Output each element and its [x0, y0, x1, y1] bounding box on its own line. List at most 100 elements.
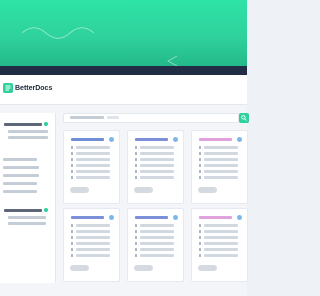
doc-bullet-icon — [135, 146, 137, 149]
doc-link[interactable] — [204, 170, 238, 173]
search-placeholder-secondary — [107, 116, 119, 119]
doc-link[interactable] — [140, 152, 174, 155]
category-title[interactable] — [199, 138, 232, 141]
doc-link[interactable] — [76, 248, 110, 251]
doc-link[interactable] — [140, 224, 174, 227]
doc-link[interactable] — [204, 236, 238, 239]
sidebar-item[interactable] — [3, 190, 37, 193]
wave-decoration — [21, 27, 178, 66]
doc-link[interactable] — [76, 176, 110, 179]
doc-link[interactable] — [76, 230, 110, 233]
doc-bullet-icon — [71, 164, 73, 167]
category-title[interactable] — [71, 138, 104, 141]
doc-bullet-icon — [199, 236, 201, 239]
search-button[interactable] — [239, 113, 249, 123]
doc-link[interactable] — [204, 152, 238, 155]
sidebar-item[interactable] — [3, 174, 39, 177]
doc-bullet-icon — [199, 230, 201, 233]
sidebar-heading[interactable] — [4, 123, 42, 126]
doc-bullet-icon — [135, 170, 137, 173]
explore-more-button[interactable] — [134, 187, 153, 193]
doc-link[interactable] — [76, 236, 110, 239]
doc-bullet-icon — [135, 248, 137, 251]
doc-link[interactable] — [76, 152, 110, 155]
doc-link[interactable] — [140, 248, 174, 251]
doc-link[interactable] — [140, 230, 174, 233]
doc-link[interactable] — [204, 254, 238, 257]
category-card[interactable] — [191, 130, 248, 204]
doc-link[interactable] — [204, 176, 238, 179]
doc-link[interactable] — [204, 230, 238, 233]
docs-sidebar — [0, 113, 56, 283]
doc-link[interactable] — [140, 146, 174, 149]
category-card[interactable] — [127, 130, 184, 204]
doc-link[interactable] — [76, 242, 110, 245]
doc-bullet-icon — [135, 236, 137, 239]
docs-app-window: BetterDocs — [0, 75, 249, 296]
category-count-badge — [173, 137, 178, 142]
category-title[interactable] — [71, 216, 104, 219]
category-count-badge — [237, 137, 242, 142]
doc-bullet-icon — [71, 242, 73, 245]
doc-bullet-icon — [71, 146, 73, 149]
doc-link[interactable] — [140, 254, 174, 257]
doc-bullet-icon — [199, 224, 201, 227]
sidebar-item[interactable] — [3, 166, 39, 169]
doc-link[interactable] — [204, 242, 238, 245]
category-title[interactable] — [135, 138, 168, 141]
app-header: BetterDocs — [0, 75, 247, 105]
category-card[interactable] — [191, 208, 248, 282]
sidebar-heading[interactable] — [4, 209, 42, 212]
category-title[interactable] — [135, 216, 168, 219]
doc-link[interactable] — [140, 176, 174, 179]
doc-link[interactable] — [204, 158, 238, 161]
sidebar-item[interactable] — [3, 158, 37, 161]
brand-name[interactable]: BetterDocs — [15, 84, 52, 93]
explore-more-button[interactable] — [70, 187, 89, 193]
doc-link[interactable] — [140, 164, 174, 167]
doc-link[interactable] — [140, 236, 174, 239]
search-icon — [241, 115, 247, 121]
explore-more-button[interactable] — [198, 187, 217, 193]
explore-more-button[interactable] — [70, 265, 89, 271]
doc-link[interactable] — [76, 164, 110, 167]
doc-link[interactable] — [204, 224, 238, 227]
doc-link[interactable] — [76, 254, 110, 257]
doc-link[interactable] — [76, 146, 110, 149]
betterdocs-logo-icon[interactable] — [3, 83, 13, 93]
category-card[interactable] — [63, 130, 120, 204]
explore-more-button[interactable] — [134, 265, 153, 271]
doc-bullet-icon — [199, 248, 201, 251]
sidebar-item[interactable] — [8, 216, 46, 219]
doc-bullet-icon — [199, 146, 201, 149]
sidebar-item[interactable] — [3, 182, 37, 185]
doc-bullet-icon — [71, 170, 73, 173]
doc-link[interactable] — [140, 242, 174, 245]
triangle-decoration — [167, 55, 178, 66]
doc-bullet-icon — [71, 152, 73, 155]
doc-bullet-icon — [199, 254, 201, 257]
doc-bullet-icon — [199, 242, 201, 245]
sidebar-item[interactable] — [8, 136, 48, 139]
sidebar-item[interactable] — [8, 222, 46, 225]
sidebar-item[interactable] — [8, 130, 48, 133]
doc-link[interactable] — [140, 170, 174, 173]
doc-bullet-icon — [199, 158, 201, 161]
category-card[interactable] — [63, 208, 120, 282]
search-placeholder — [70, 116, 104, 119]
doc-link[interactable] — [76, 170, 110, 173]
category-title[interactable] — [199, 216, 232, 219]
doc-link[interactable] — [76, 224, 110, 227]
doc-link[interactable] — [76, 158, 110, 161]
category-count-badge — [109, 215, 114, 220]
category-count-badge — [109, 137, 114, 142]
category-count-badge — [237, 215, 242, 220]
doc-link[interactable] — [204, 248, 238, 251]
doc-link[interactable] — [204, 164, 238, 167]
doc-link[interactable] — [140, 158, 174, 161]
doc-bullet-icon — [135, 164, 137, 167]
explore-more-button[interactable] — [198, 265, 217, 271]
category-card[interactable] — [127, 208, 184, 282]
doc-link[interactable] — [204, 146, 238, 149]
search-input[interactable] — [63, 113, 239, 123]
